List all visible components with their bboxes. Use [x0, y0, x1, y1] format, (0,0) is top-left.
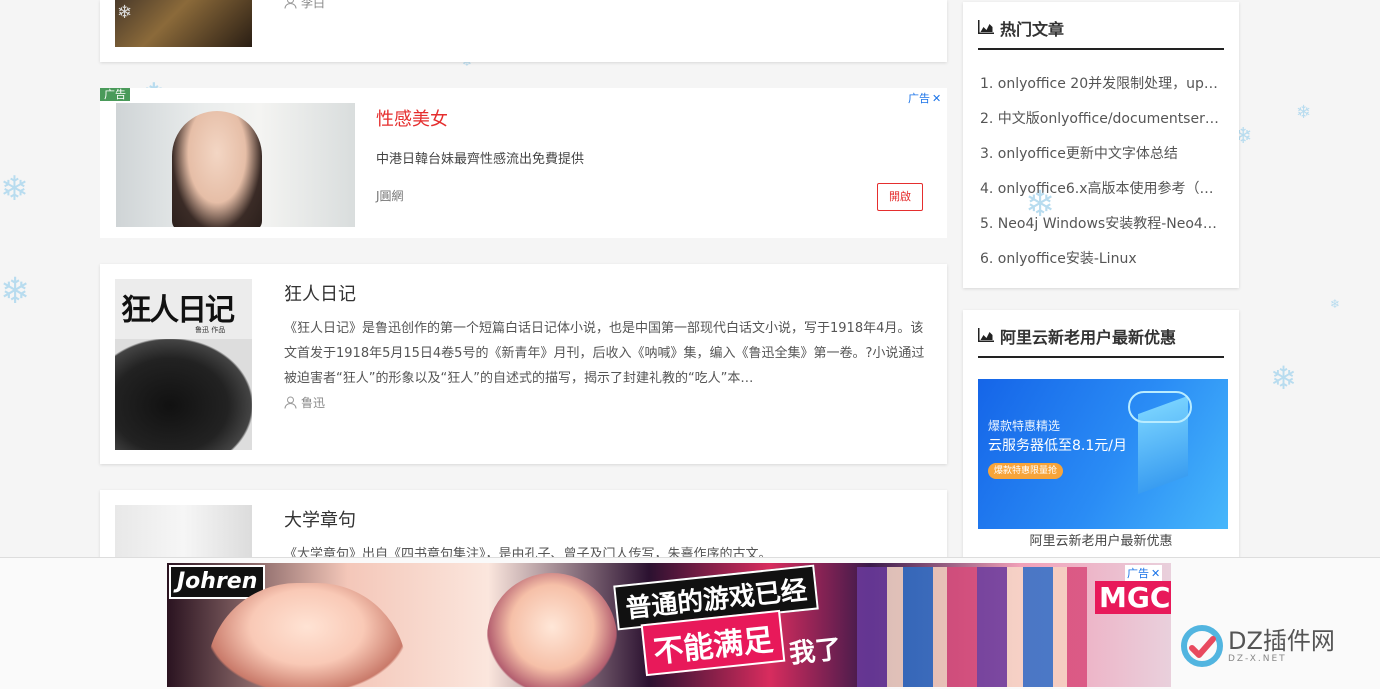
headline-tail: 我了 — [787, 634, 843, 670]
hot-article-link[interactable]: 6. onlyoffice安装-Linux — [980, 248, 1220, 268]
hot-article-link[interactable]: 5. Neo4j Windows安装教程-Neo4j... — [980, 213, 1220, 233]
widget-title: 阿里云新老用户最新优惠 — [978, 324, 1176, 348]
snowflake-decoration: ❄ — [1330, 297, 1341, 311]
ad-label: 广告 — [100, 88, 130, 101]
book-cover-author: 鲁迅 作品 — [195, 326, 226, 334]
hot-article-link[interactable]: 4. onlyoffice6.x高版本使用参考（主... — [980, 178, 1220, 198]
post-excerpt: 《狂人日记》是鲁迅创作的第一个短篇白话日记体小说，也是中国第一部现代白话文小说，… — [284, 321, 925, 386]
ad-choices[interactable]: 广告 ✕ — [1125, 565, 1163, 581]
post-thumbnail[interactable] — [115, 505, 252, 565]
post-author: 李白 — [284, 0, 325, 11]
snowflake-decoration: ❄ — [0, 271, 31, 312]
chart-icon — [978, 19, 994, 38]
post-title[interactable]: 狂人日记 — [284, 280, 356, 306]
post-thumbnail[interactable]: 狂人日记 鲁迅 作品 — [115, 279, 252, 450]
post-card[interactable]: ❄ 李白 — [100, 0, 947, 62]
watermark-domain: DZ-X.NET — [1228, 654, 1287, 664]
close-icon[interactable]: ✕ — [932, 92, 941, 105]
post-thumbnail[interactable]: ❄ — [115, 0, 252, 47]
watermark-logo-icon — [1180, 624, 1224, 668]
user-icon — [284, 0, 297, 9]
post-author: 鲁迅 — [284, 394, 325, 411]
user-icon — [284, 396, 297, 409]
bottom-ad-bar: Johren 普通的游戏已经 不能满足 我了 MGCM 广告 ✕ DZ插件网 D… — [0, 557, 1380, 689]
game-logo: MGCM — [1095, 581, 1171, 614]
site-watermark: DZ插件网 DZ-X.NET — [1180, 624, 1335, 668]
ad-source: J圓網 — [376, 189, 404, 203]
ad-choices-label[interactable]: 广告 — [1127, 565, 1149, 581]
aliyun-promo-widget: 阿里云新老用户最新优惠 爆款特惠精选 云服务器低至8.1元/月 爆款特惠限量抢 … — [963, 310, 1239, 570]
banner-button[interactable]: 爆款特惠限量抢 — [988, 463, 1064, 479]
banner-character-center — [487, 573, 617, 687]
snowflake-decoration: ❄ — [0, 169, 29, 209]
widget-title-text: 阿里云新老用户最新优惠 — [1000, 328, 1177, 347]
widget-divider — [978, 48, 1224, 50]
author-name[interactable]: 鲁迅 — [301, 394, 325, 411]
author-name[interactable]: 李白 — [301, 0, 325, 11]
aliyun-banner[interactable]: 爆款特惠精选 云服务器低至8.1元/月 爆款特惠限量抢 — [978, 379, 1228, 529]
hot-articles-widget: 热门文章 1. onlyoffice 20并发限制处理，up t... 2. 中… — [963, 2, 1239, 288]
banner-line2: 云服务器低至8.1元/月 — [988, 438, 1127, 454]
close-icon[interactable]: ✕ — [1151, 567, 1160, 580]
ad-image[interactable] — [116, 103, 355, 227]
hot-article-link[interactable]: 3. onlyoffice更新中文字体总结 — [980, 143, 1220, 163]
snowflake-decoration: ❄ — [1270, 359, 1297, 397]
ad-choices-label[interactable]: 广告 — [908, 90, 930, 106]
sponsored-ad[interactable]: 广告 性感美女 中港日韓台妹最齊性感流出免費提供 J圓網 開啟 广告 ✕ — [100, 88, 947, 238]
banner-characters-right — [857, 567, 1087, 687]
chart-icon — [978, 327, 994, 346]
ad-open-button[interactable]: 開啟 — [877, 183, 923, 211]
book-cover-art — [115, 339, 252, 450]
widget-title: 热门文章 — [978, 16, 1064, 40]
aliyun-caption[interactable]: 阿里云新老用户最新优惠 — [963, 530, 1239, 549]
ad-description: 中港日韓台妹最齊性感流出免費提供 — [376, 152, 585, 167]
snowflake-decoration: ❄ — [1296, 102, 1312, 123]
hot-article-link[interactable]: 1. onlyoffice 20并发限制处理，up t... — [980, 73, 1220, 93]
banner-line1: 爆款特惠精选 — [988, 419, 1061, 433]
widget-title-text: 热门文章 — [1000, 20, 1065, 39]
watermark-name: DZ插件网 — [1228, 627, 1335, 655]
book-cover-title: 狂人日记 — [121, 293, 235, 328]
ad-headline[interactable]: 性感美女 — [376, 105, 448, 131]
brand-logo: Johren — [169, 565, 266, 599]
post-card[interactable]: 狂人日记 鲁迅 作品 狂人日记 《狂人日记》是鲁迅创作的第一个短篇白话日记体小说… — [100, 264, 947, 464]
widget-divider — [978, 356, 1224, 358]
ad-image-figure — [172, 111, 262, 227]
snowflake-decoration: ❄ — [1025, 184, 1056, 225]
bottom-banner-ad[interactable]: Johren 普通的游戏已经 不能满足 我了 MGCM 广告 ✕ — [167, 563, 1171, 687]
post-title[interactable]: 大学章句 — [284, 506, 356, 532]
hot-article-link[interactable]: 2. 中文版onlyoffice/documentserv... — [980, 108, 1220, 128]
ad-choices[interactable]: 广告 ✕ — [908, 90, 941, 106]
cloud-illustration — [1128, 391, 1192, 423]
snowflake-decoration: ❄ — [117, 2, 133, 23]
